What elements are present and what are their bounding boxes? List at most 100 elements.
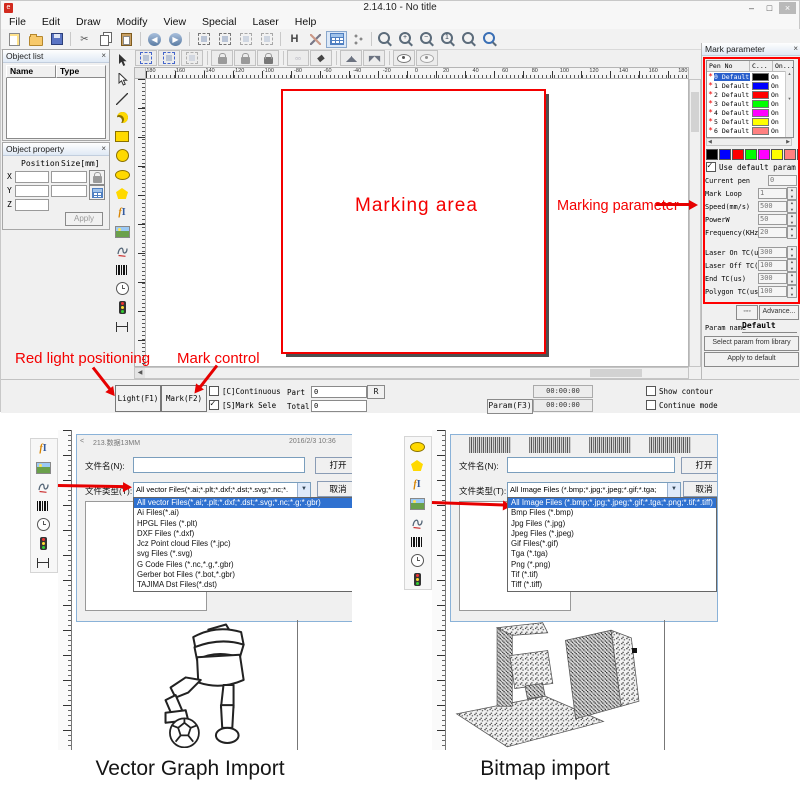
- param-value-input[interactable]: 100: [758, 286, 787, 297]
- lock-ratio-button[interactable]: [89, 170, 105, 185]
- paste-button[interactable]: [116, 31, 137, 48]
- color-swatch[interactable]: [771, 149, 783, 160]
- new-button[interactable]: [4, 31, 25, 48]
- polygon-button[interactable]: [111, 184, 133, 203]
- vertical-scrollbar[interactable]: [689, 79, 701, 367]
- zoom-out-button[interactable]: −: [417, 31, 438, 48]
- snap-grid-button[interactable]: [135, 50, 157, 66]
- file-type-option[interactable]: TAJIMA Dst Files(*.dst): [134, 580, 352, 590]
- chevron-down-icon[interactable]: ▼: [667, 483, 680, 497]
- file-name-input[interactable]: [133, 457, 305, 473]
- pos-y-input[interactable]: [15, 185, 49, 197]
- rect-button[interactable]: [111, 127, 133, 146]
- pen-row[interactable]: *5 DefaultOn: [707, 117, 793, 126]
- text-button[interactable]: fI: [31, 439, 55, 458]
- scroll-left-icon[interactable]: <: [80, 438, 84, 445]
- file-type-combobox[interactable]: All Image Files (*.bmp;*.jpg;*.jpeg;*.gi…: [507, 482, 681, 498]
- cancel-button[interactable]: 取消: [317, 481, 352, 497]
- select-param-library-button[interactable]: Select param from library: [704, 336, 799, 351]
- spinner-icon[interactable]: ▲▼: [787, 285, 797, 298]
- apply-button[interactable]: Apply: [65, 212, 103, 226]
- spinner-icon[interactable]: ▲▼: [787, 200, 797, 213]
- lock-y-button[interactable]: [234, 50, 256, 66]
- image-button[interactable]: [405, 494, 429, 513]
- file-type-option[interactable]: All vector Files(*.ai;*.plt;*.dxf;*.dst;…: [134, 498, 352, 508]
- file-thumbnail[interactable]: [469, 437, 511, 453]
- file-type-option[interactable]: Tif (*.tif): [508, 570, 716, 580]
- preview-eye2-button[interactable]: [416, 50, 438, 66]
- param-f3-button[interactable]: Param(F3): [487, 399, 533, 414]
- open-button[interactable]: 打开: [681, 457, 718, 474]
- close-icon[interactable]: ×: [101, 50, 106, 62]
- horizontal-scrollbar[interactable]: ◀: [134, 367, 689, 379]
- light-button[interactable]: Light(F1): [115, 385, 161, 412]
- minimize-button[interactable]: –: [743, 2, 760, 14]
- file-type-option[interactable]: Png (*.png): [508, 560, 716, 570]
- selection-handle[interactable]: [632, 648, 637, 653]
- spinner-icon[interactable]: ▲▼: [787, 246, 797, 259]
- pen-row[interactable]: *1 DefaultOn: [707, 81, 793, 90]
- object-list-body[interactable]: [6, 78, 106, 139]
- spinner-icon[interactable]: ▲▼: [787, 226, 797, 239]
- size-y-input[interactable]: [51, 185, 87, 197]
- close-button[interactable]: ×: [779, 2, 796, 14]
- file-name-input[interactable]: [507, 457, 675, 473]
- color-swatch[interactable]: [732, 149, 744, 160]
- part-input[interactable]: 0: [311, 386, 367, 398]
- line-button[interactable]: [111, 89, 133, 108]
- total-input[interactable]: 0: [311, 400, 367, 412]
- file-type-option[interactable]: Tga (*.tga): [508, 549, 716, 559]
- zoom-select-button[interactable]: [459, 31, 480, 48]
- clock-button[interactable]: [405, 551, 429, 570]
- redo-button[interactable]: ▶: [165, 31, 186, 48]
- text-button[interactable]: fI: [111, 203, 133, 222]
- mirror-vertical-button[interactable]: ◤◥: [363, 50, 385, 66]
- vector-file-button[interactable]: [31, 477, 55, 496]
- file-type-option[interactable]: Gif Files(*.gif): [508, 539, 716, 549]
- continuous-checkbox[interactable]: [209, 386, 219, 396]
- text-button[interactable]: fI: [405, 475, 429, 494]
- advance-button[interactable]: Advance...: [759, 305, 799, 320]
- mark-sele-checkbox[interactable]: [209, 400, 219, 410]
- param-value-input[interactable]: 0: [768, 175, 797, 186]
- file-type-option[interactable]: Bmp Files (*.bmp): [508, 508, 716, 518]
- pen-row[interactable]: *2 DefaultOn: [707, 90, 793, 99]
- file-type-option[interactable]: Tiff (*.tiff): [508, 580, 716, 590]
- param-value-input[interactable]: 20: [758, 227, 787, 238]
- ellipse-button[interactable]: [111, 165, 133, 184]
- param-value-input[interactable]: 300: [758, 273, 787, 284]
- file-type-option[interactable]: All Image Files (*.bmp;*.jpg;*.jpeg;*.gi…: [508, 498, 716, 508]
- mirror-horizontal-button[interactable]: ◢◣: [340, 50, 362, 66]
- file-type-option[interactable]: HPGL Files (*.plt): [134, 519, 352, 529]
- anchor-grid-button[interactable]: [89, 185, 105, 200]
- apply-to-default-button[interactable]: Apply to default: [704, 352, 799, 367]
- menu-edit[interactable]: Edit: [34, 16, 68, 28]
- hatch-button[interactable]: H: [284, 31, 305, 48]
- file-type-option[interactable]: Ai Files(*.ai): [134, 508, 352, 518]
- footsteps-button[interactable]: [347, 31, 368, 48]
- zoom-in-button[interactable]: +: [396, 31, 417, 48]
- pos-z-input[interactable]: [15, 199, 49, 211]
- restore-button[interactable]: □: [761, 2, 778, 14]
- trafficlight-button[interactable]: [405, 570, 429, 589]
- pen-list-hscrollbar[interactable]: ◀▶: [706, 138, 792, 146]
- table-view-button[interactable]: [326, 31, 347, 48]
- close-icon[interactable]: ×: [793, 43, 798, 55]
- param-value-input[interactable]: 500: [758, 201, 787, 212]
- image-button[interactable]: [111, 222, 133, 241]
- scroll-left-icon[interactable]: ◀: [135, 368, 145, 378]
- curve-button[interactable]: [111, 108, 133, 127]
- file-type-option[interactable]: Gerber bot Files (*.bot,*.gbr): [134, 570, 352, 580]
- barcode-button[interactable]: [31, 496, 55, 515]
- zoom-all-button[interactable]: 1: [438, 31, 459, 48]
- pen-row[interactable]: *4 DefaultOn: [707, 108, 793, 117]
- show-contour-checkbox[interactable]: [646, 386, 656, 396]
- copy-button[interactable]: [95, 31, 116, 48]
- color-swatch[interactable]: [745, 149, 757, 160]
- save-button[interactable]: [46, 31, 67, 48]
- param-value-input[interactable]: 50: [758, 214, 787, 225]
- lock-z-button[interactable]: [257, 50, 279, 66]
- lock-x-button[interactable]: [211, 50, 233, 66]
- barcode-button[interactable]: [405, 532, 429, 551]
- polygon-button[interactable]: [405, 456, 429, 475]
